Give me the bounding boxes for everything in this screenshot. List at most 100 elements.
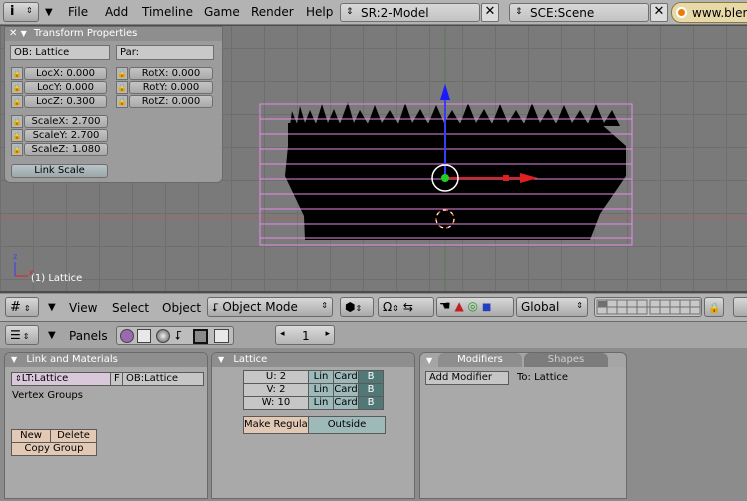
screen-selector[interactable]: ⇕ SR:2-Model — [340, 3, 480, 22]
frame-field[interactable]: ◂ 1 ▸ — [275, 325, 335, 345]
menu-timeline[interactable]: Timeline — [142, 5, 193, 19]
collapse-icon[interactable]: ▼ — [218, 355, 224, 364]
menu-panels[interactable]: Panels — [69, 329, 108, 343]
hand-icon[interactable]: ☚ — [439, 299, 451, 314]
updown-icon: ⇕ — [321, 301, 328, 310]
object-icon[interactable]: ⮦ — [175, 328, 182, 343]
delete-scene-button[interactable]: ✕ — [650, 3, 668, 22]
collapse-menu-icon[interactable]: ▼ — [48, 302, 56, 313]
updown-icon: ⇕ — [26, 6, 33, 15]
menu-add[interactable]: Add — [105, 5, 128, 19]
window-type-button[interactable]: # ⇕ — [5, 297, 39, 317]
align-icon: ⇆ — [402, 300, 413, 314]
menu-game[interactable]: Game — [204, 5, 240, 19]
more-button[interactable] — [733, 297, 747, 317]
transform-panel-header[interactable]: ✕ ▼ Transform Properties — [5, 27, 222, 41]
chevron-left-icon[interactable]: ◂ — [280, 329, 285, 339]
menu-view[interactable]: View — [69, 301, 97, 315]
close-icon[interactable]: ✕ — [9, 28, 17, 39]
tab-shapes[interactable]: Shapes — [524, 353, 608, 367]
menu-select[interactable]: Select — [112, 301, 149, 315]
scene-icon[interactable] — [214, 329, 229, 343]
collapse-icon[interactable]: ▼ — [426, 354, 432, 368]
lattice-panel-header[interactable]: ▼ Lattice — [212, 353, 414, 367]
link-materials-header[interactable]: ▼ Link and Materials — [5, 353, 207, 367]
pivot-button[interactable]: Ω⇕ ⇆ — [378, 297, 434, 317]
collapse-icon[interactable]: ▼ — [11, 355, 17, 364]
blender-link[interactable]: www.bler — [671, 2, 747, 23]
delete-vgroup-button[interactable]: Delete — [50, 429, 97, 443]
delete-screen-button[interactable]: ✕ — [481, 3, 499, 22]
roty-field[interactable]: RotY: 0.000 — [129, 81, 213, 94]
outside-button[interactable]: Outside — [308, 416, 386, 434]
logic-icon[interactable] — [120, 329, 134, 343]
draw-type-button[interactable]: ⬢⇕ — [340, 297, 374, 317]
window-type-button[interactable]: ☰ ⇕ — [5, 325, 39, 345]
lattice-w-lin-button[interactable]: Lin — [308, 396, 334, 410]
menu-file[interactable]: File — [68, 5, 88, 19]
shading-icon[interactable] — [156, 329, 170, 343]
scaley-field[interactable]: ScaleY: 2.700 — [24, 129, 108, 142]
lock-icon[interactable]: 🔒 — [116, 67, 128, 80]
lattice-u-lin-button[interactable]: Lin — [308, 370, 334, 384]
translate-icon[interactable]: ▲ — [454, 299, 463, 313]
collapse-icon[interactable]: ▼ — [21, 29, 27, 38]
mode-selector[interactable]: ⮦ Object Mode ⇕ — [207, 297, 333, 317]
editing-icon[interactable] — [193, 329, 208, 344]
collapse-menu-icon[interactable]: ▼ — [48, 330, 56, 341]
window-type-button[interactable]: i ⇕ — [3, 2, 39, 22]
scene-selector[interactable]: ⇕ SCE:Scene — [509, 3, 649, 22]
rotx-field[interactable]: RotX: 0.000 — [129, 67, 213, 80]
tab-modifiers[interactable]: Modifiers — [438, 353, 522, 367]
copy-group-button[interactable]: Copy Group — [11, 442, 97, 456]
lock-icon[interactable]: 🔒 — [11, 115, 23, 128]
locz-field[interactable]: LocZ: 0.300 — [24, 95, 107, 108]
link-materials-title: Link and Materials — [26, 354, 118, 365]
lock-icon[interactable]: 🔒 — [11, 129, 23, 142]
mode-label: Object Mode — [222, 300, 298, 314]
scale-icon[interactable]: ■ — [482, 302, 491, 313]
locx-field[interactable]: LocX: 0.000 — [24, 67, 107, 80]
rotz-field[interactable]: RotZ: 0.000 — [129, 95, 213, 108]
modifiers-panel-header: ▼ Modifiers Shapes — [420, 353, 626, 367]
lattice-u-b-button[interactable]: B — [358, 370, 384, 384]
rotate-icon[interactable]: ◎ — [468, 299, 478, 313]
lattice-w-field[interactable]: W: 10 — [243, 396, 309, 410]
cube-icon: ⬢ — [345, 300, 356, 314]
add-modifier-button[interactable]: Add Modifier — [425, 371, 509, 385]
lock-icon[interactable]: 🔒 — [116, 81, 128, 94]
menu-object[interactable]: Object — [162, 301, 201, 315]
lattice-u-field[interactable]: U: 2 — [243, 370, 309, 384]
layer-buttons[interactable] — [594, 297, 702, 317]
menu-help[interactable]: Help — [306, 5, 333, 19]
object-name-field[interactable]: OB: Lattice — [10, 45, 110, 60]
new-vgroup-button[interactable]: New — [11, 429, 51, 443]
lattice-v-lin-button[interactable]: Lin — [308, 383, 334, 397]
link-scale-button[interactable]: Link Scale — [11, 164, 108, 178]
close-icon: ✕ — [484, 4, 496, 19]
lock-layers-button[interactable]: 🔒 — [704, 297, 724, 317]
orientation-selector[interactable]: Global ⇕ — [516, 297, 588, 317]
lock-icon[interactable]: 🔒 — [11, 143, 23, 156]
script-icon[interactable] — [137, 329, 151, 343]
parent-field[interactable]: Par: — [116, 45, 214, 60]
lattice-v-b-button[interactable]: B — [358, 383, 384, 397]
locy-field[interactable]: LocY: 0.000 — [24, 81, 107, 94]
lattice-v-card-button[interactable]: Card — [333, 383, 359, 397]
lock-icon[interactable]: 🔒 — [11, 81, 23, 94]
lattice-w-card-button[interactable]: Card — [333, 396, 359, 410]
collapse-menu-icon[interactable]: ▼ — [45, 7, 53, 18]
lattice-w-b-button[interactable]: B — [358, 396, 384, 410]
scalex-field[interactable]: ScaleX: 2.700 — [24, 115, 108, 128]
lock-icon[interactable]: 🔒 — [11, 95, 23, 108]
menu-render[interactable]: Render — [251, 5, 294, 19]
lock-icon[interactable]: 🔒 — [11, 67, 23, 80]
lattice-v-field[interactable]: V: 2 — [243, 383, 309, 397]
object-link-field[interactable]: OB:Lattice — [122, 372, 204, 386]
make-regular-button[interactable]: Make Regular — [243, 416, 309, 434]
lattice-u-card-button[interactable]: Card — [333, 370, 359, 384]
lattice-data-field[interactable]: ⇕LT:Lattice — [11, 372, 111, 386]
scalez-field[interactable]: ScaleZ: 1.080 — [24, 143, 108, 156]
chevron-right-icon[interactable]: ▸ — [325, 329, 330, 339]
lock-icon[interactable]: 🔒 — [116, 95, 128, 108]
